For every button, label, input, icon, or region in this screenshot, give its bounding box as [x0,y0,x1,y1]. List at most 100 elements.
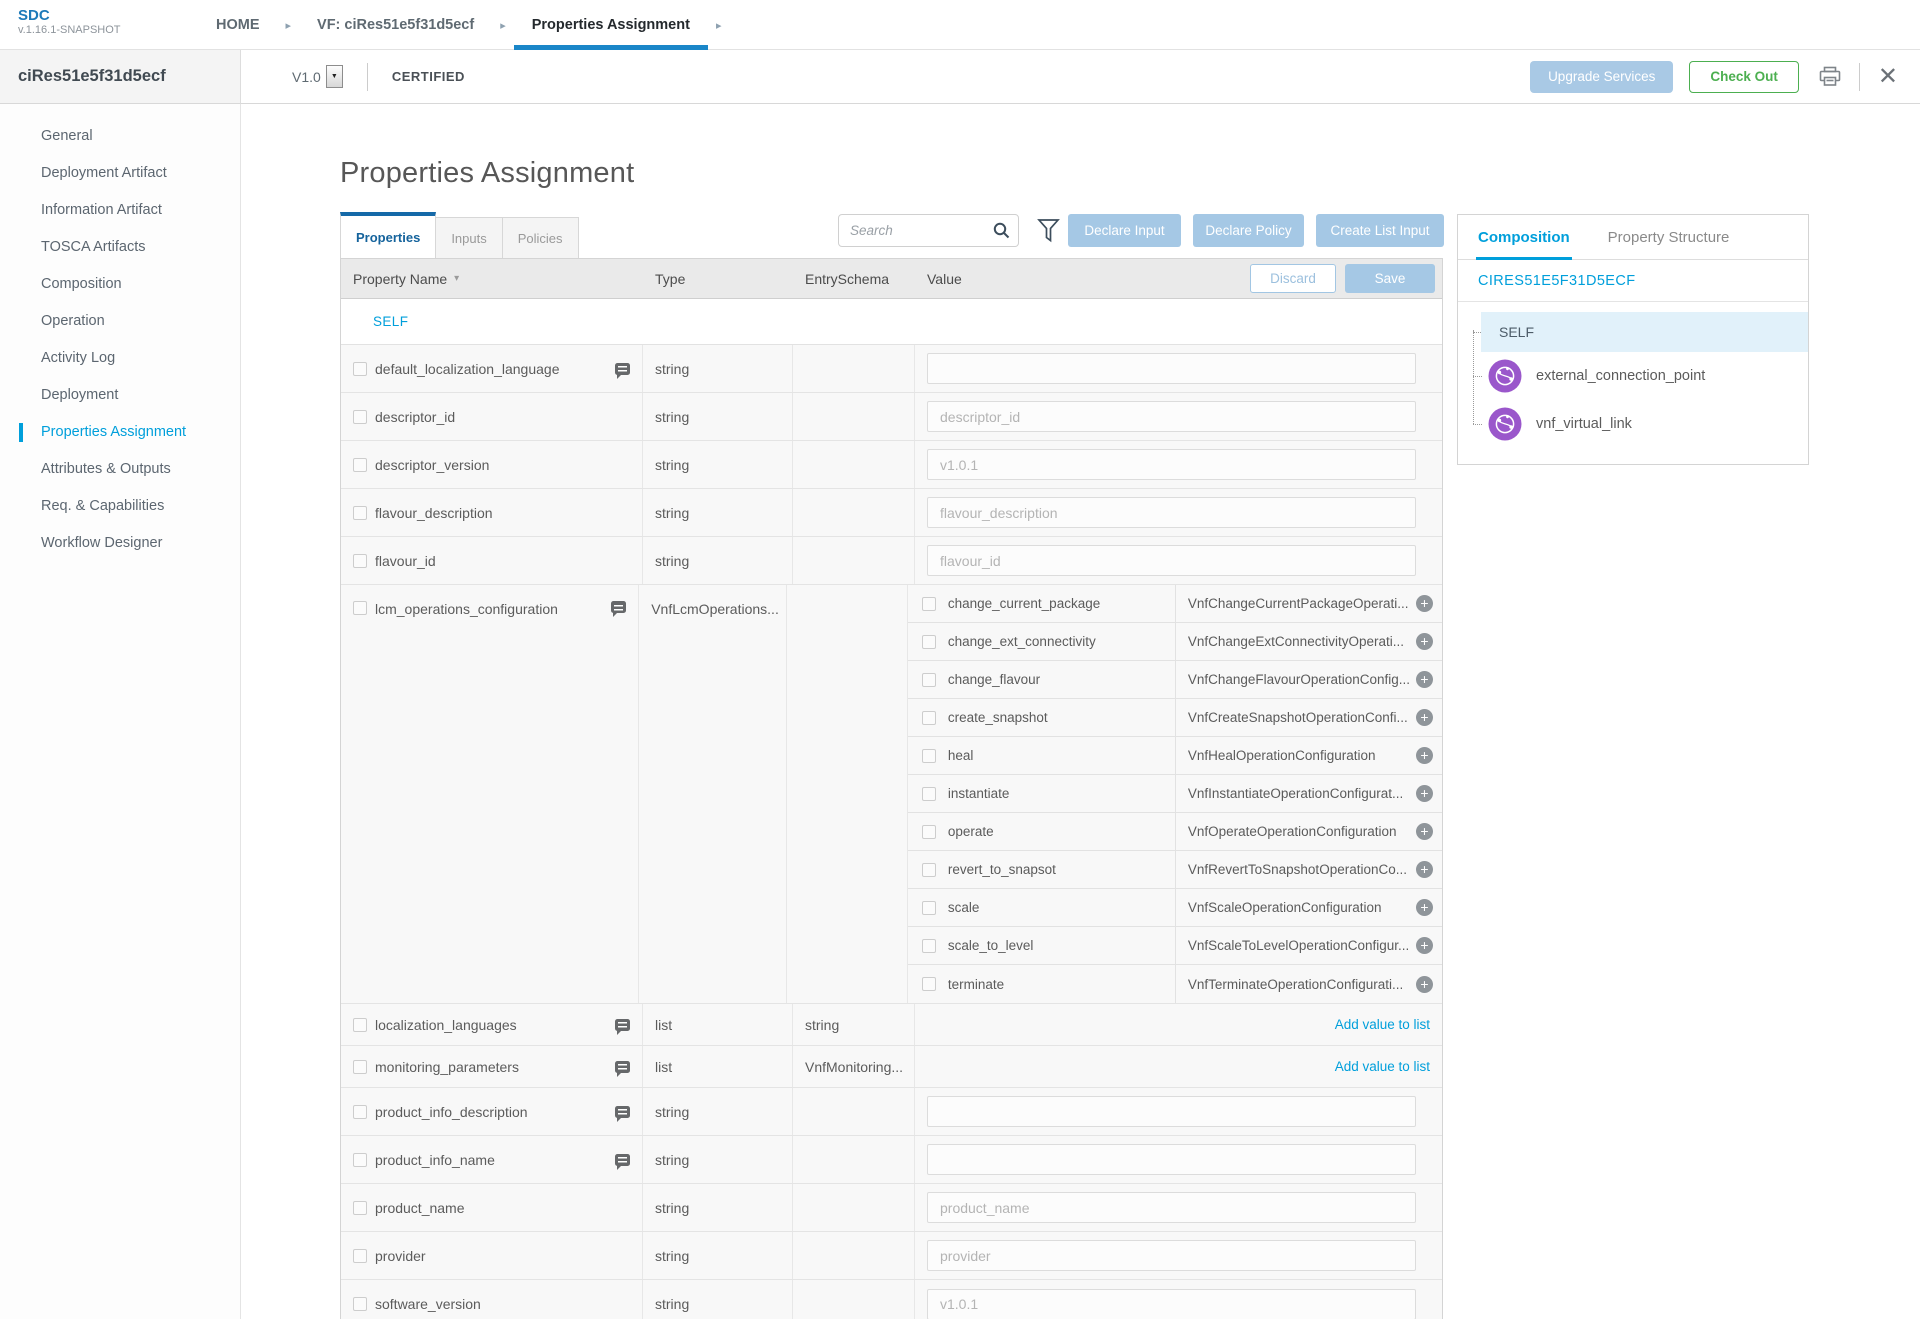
row-checkbox[interactable] [353,458,367,472]
expand-plus-icon[interactable] [1416,709,1433,726]
expand-plus-icon[interactable] [1416,899,1433,916]
expand-plus-icon[interactable] [1416,633,1433,650]
row-checkbox[interactable] [353,1105,367,1119]
sidebar-item-tosca-artifacts[interactable]: TOSCA Artifacts [0,229,240,266]
breadcrumb-item-home[interactable]: HOME [212,0,264,50]
add-value-to-list-link[interactable]: Add value to list [1335,1059,1430,1074]
value-input[interactable] [927,1240,1416,1271]
check-out-button[interactable]: Check Out [1689,61,1799,93]
expand-plus-icon[interactable] [1416,671,1433,688]
sidebar-item-deployment-artifact[interactable]: Deployment Artifact [0,155,240,192]
comment-icon[interactable] [615,363,630,375]
entry-schema-cell [793,441,915,488]
row-checkbox[interactable] [353,1153,367,1167]
table-row: flavour_descriptionstring [341,489,1442,537]
value-input[interactable] [927,353,1416,384]
sidebar-item-properties-assignment[interactable]: Properties Assignment [0,414,240,451]
property-name-label: localization_languages [375,1017,517,1033]
group-row-self[interactable]: SELF [341,299,1442,345]
row-checkbox[interactable] [353,1249,367,1263]
tab-inputs[interactable]: Inputs [436,217,502,258]
comment-icon[interactable] [615,1061,630,1073]
upgrade-services-button[interactable]: Upgrade Services [1530,61,1673,93]
value-cell [915,393,1442,440]
row-checkbox[interactable] [922,787,936,801]
sidebar-item-deployment[interactable]: Deployment [0,377,240,414]
row-checkbox[interactable] [922,597,936,611]
row-checkbox[interactable] [353,1201,367,1215]
discard-button[interactable]: Discard [1250,264,1336,293]
row-checkbox[interactable] [922,901,936,915]
close-icon[interactable]: ✕ [1878,65,1898,89]
tree-item-self[interactable]: SELF [1481,312,1808,352]
row-checkbox[interactable] [353,506,367,520]
declare-input-button[interactable]: Declare Input [1068,214,1181,247]
sidebar-item-workflow-designer[interactable]: Workflow Designer [0,525,240,562]
create-list-input-button[interactable]: Create List Input [1316,214,1444,247]
row-checkbox[interactable] [353,1018,367,1032]
sdc-logo[interactable]: SDC v.1.16.1-SNAPSHOT [18,7,121,37]
composition-tab-composition[interactable]: Composition [1478,215,1570,259]
add-value-to-list-link[interactable]: Add value to list [1335,1017,1430,1032]
comment-icon[interactable] [611,601,626,613]
sidebar-item-composition[interactable]: Composition [0,266,240,303]
composition-tab-property-structure[interactable]: Property Structure [1608,215,1730,259]
comment-icon[interactable] [615,1106,630,1118]
row-checkbox[interactable] [922,825,936,839]
tree-item-vnf-virtual-link[interactable]: vnf_virtual_link [1458,400,1808,448]
expand-plus-icon[interactable] [1416,861,1433,878]
version-select[interactable]: ▼ [326,65,343,88]
row-checkbox[interactable] [922,863,936,877]
value-input[interactable] [927,401,1416,432]
row-checkbox[interactable] [353,1060,367,1074]
filter-icon[interactable] [1037,218,1060,248]
row-checkbox[interactable] [922,939,936,953]
breadcrumb-item-vf-cires51e5f31d5ecf[interactable]: VF: ciRes51e5f31d5ecf [313,0,478,50]
value-input[interactable] [927,497,1416,528]
value-input[interactable] [927,449,1416,480]
expand-plus-icon[interactable] [1416,595,1433,612]
save-button[interactable]: Save [1345,264,1435,293]
row-checkbox[interactable] [353,362,367,376]
row-checkbox[interactable] [922,749,936,763]
expand-plus-icon[interactable] [1416,747,1433,764]
sidebar-item-req-capabilities[interactable]: Req. & Capabilities [0,488,240,525]
row-checkbox[interactable] [353,554,367,568]
row-checkbox[interactable] [922,673,936,687]
main-content: Properties Assignment PropertiesInputsPo… [241,104,1920,1319]
declare-policy-button[interactable]: Declare Policy [1193,214,1304,247]
tree-item-external-connection-point[interactable]: external_connection_point [1458,352,1808,400]
row-checkbox[interactable] [922,635,936,649]
printer-icon[interactable] [1819,66,1841,87]
comment-icon[interactable] [615,1154,630,1166]
row-checkbox[interactable] [353,1297,367,1311]
column-header-property-name[interactable]: Property Name ▾ [341,259,643,298]
sidebar-item-information-artifact[interactable]: Information Artifact [0,192,240,229]
sidebar-item-activity-log[interactable]: Activity Log [0,340,240,377]
component-name[interactable]: CIRES51E5F31D5ECF [1458,260,1808,302]
value-input[interactable] [927,1096,1416,1127]
comment-icon[interactable] [615,1019,630,1031]
search-input[interactable] [838,214,1019,247]
expand-plus-icon[interactable] [1416,937,1433,954]
tab-policies[interactable]: Policies [503,217,579,258]
breadcrumb-item-properties-assignment[interactable]: Properties Assignment [528,0,694,50]
column-header-entryschema[interactable]: EntrySchema [793,259,915,298]
tab-properties[interactable]: Properties [340,212,436,258]
sidebar-item-operation[interactable]: Operation [0,303,240,340]
row-checkbox[interactable] [922,977,936,991]
value-input[interactable] [927,545,1416,576]
row-checkbox[interactable] [922,711,936,725]
expand-plus-icon[interactable] [1416,785,1433,802]
value-input[interactable] [927,1144,1416,1175]
sidebar-item-attributes-outputs[interactable]: Attributes & Outputs [0,451,240,488]
status-badge: CERTIFIED [392,69,465,84]
row-checkbox[interactable] [353,410,367,424]
value-input[interactable] [927,1289,1416,1319]
column-header-type[interactable]: Type [643,259,793,298]
sidebar-item-general[interactable]: General [0,118,240,155]
row-checkbox[interactable] [353,601,367,615]
value-input[interactable] [927,1192,1416,1223]
expand-plus-icon[interactable] [1416,823,1433,840]
expand-plus-icon[interactable] [1416,976,1433,993]
